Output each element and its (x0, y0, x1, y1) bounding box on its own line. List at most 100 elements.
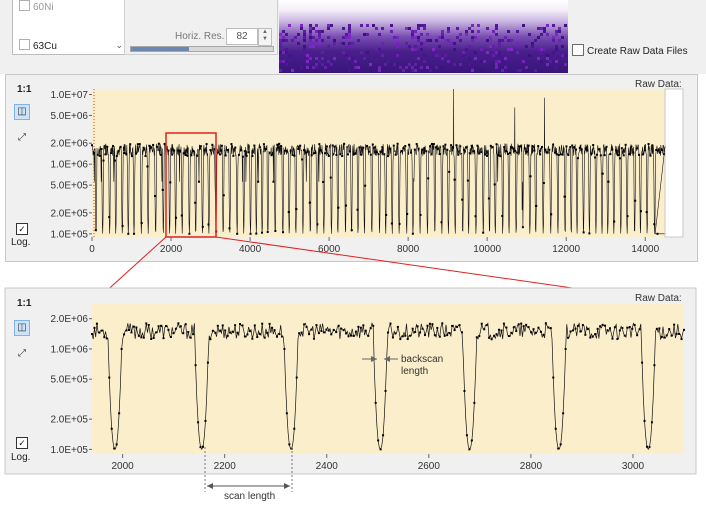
data-point (174, 327, 177, 330)
data-point (108, 376, 111, 379)
data-point (150, 337, 153, 340)
data-point (404, 145, 407, 148)
data-point (620, 147, 623, 150)
data-point (229, 331, 232, 334)
data-point (401, 335, 404, 338)
data-point (364, 329, 367, 332)
data-point (228, 227, 231, 230)
data-point (236, 232, 239, 235)
backscan-length-label: length (401, 366, 428, 377)
data-point (367, 150, 370, 153)
data-point (213, 148, 216, 151)
data-point (525, 150, 528, 153)
data-point (266, 331, 269, 334)
data-point (529, 175, 532, 178)
x-tick-label: 2600 (418, 461, 441, 472)
data-point (192, 150, 195, 153)
data-point (128, 328, 130, 331)
data-point (662, 153, 665, 156)
data-point (173, 149, 176, 152)
data-point (419, 331, 422, 334)
data-point (628, 326, 631, 329)
data-point (341, 155, 344, 158)
data-point (256, 336, 259, 339)
data-point (177, 322, 180, 325)
data-point (335, 153, 338, 156)
data-point (502, 322, 505, 325)
data-point (550, 213, 553, 216)
data-point (366, 145, 369, 148)
data-point (280, 145, 283, 148)
data-point (515, 330, 518, 333)
data-point (369, 327, 372, 330)
data-point (119, 145, 122, 148)
data-point (293, 154, 296, 157)
data-point (325, 328, 328, 331)
data-point (604, 324, 607, 327)
data-point (234, 324, 237, 327)
data-point (544, 322, 547, 325)
data-point (189, 336, 192, 339)
data-point (234, 146, 237, 149)
data-point (594, 156, 597, 159)
data-point (404, 334, 407, 337)
data-point (458, 324, 461, 327)
data-point (104, 153, 107, 156)
expand-icon[interactable]: ⤢ (14, 346, 30, 362)
data-point (438, 335, 441, 338)
data-point (113, 159, 116, 162)
data-point (255, 232, 258, 235)
data-point (192, 333, 195, 336)
data-point (628, 153, 631, 156)
data-point (145, 322, 148, 325)
data-point (453, 329, 456, 332)
data-point (572, 329, 574, 332)
pan-tool-icon[interactable]: ◫ (14, 320, 30, 336)
data-point (271, 326, 274, 329)
data-point (217, 151, 220, 154)
data-point (283, 348, 286, 351)
log-scale-checkbox[interactable]: ✓ (16, 437, 28, 449)
data-point (364, 184, 367, 187)
data-point (268, 322, 271, 325)
data-point (157, 325, 160, 328)
data-point (201, 225, 204, 228)
y-tick-label: 1.0E+06 (50, 344, 88, 355)
data-point (95, 322, 98, 325)
x-tick-label: 2800 (520, 461, 543, 472)
x-tick-label: 10000 (473, 244, 501, 255)
data-point (339, 153, 342, 156)
data-point (373, 146, 376, 149)
data-point (518, 145, 521, 148)
data-point (523, 147, 526, 150)
data-point (429, 145, 432, 148)
data-point (127, 232, 130, 235)
data-point (133, 232, 136, 235)
data-point (505, 150, 508, 153)
data-point (219, 329, 222, 332)
zoom-one-to-one-button[interactable]: 1:1 (17, 298, 31, 309)
y-tick-label: 1.0E+06 (50, 160, 88, 171)
data-point (621, 326, 624, 329)
data-point (93, 326, 96, 329)
data-point (514, 149, 517, 152)
data-point (569, 146, 572, 149)
data-point (142, 146, 145, 149)
data-point (291, 153, 294, 156)
data-point (451, 146, 454, 149)
data-point (416, 325, 419, 328)
data-point (498, 328, 500, 331)
data-point (673, 323, 676, 326)
data-point (641, 153, 644, 156)
data-point (206, 361, 209, 364)
data-point (473, 401, 476, 404)
data-point (178, 149, 181, 152)
y-tick-label: 5.0E+05 (50, 181, 88, 192)
data-point (656, 232, 659, 235)
data-point (432, 143, 435, 146)
data-point (172, 332, 175, 335)
data-point (357, 325, 360, 328)
data-point (579, 330, 582, 333)
data-point (137, 334, 140, 337)
data-point (310, 154, 313, 157)
